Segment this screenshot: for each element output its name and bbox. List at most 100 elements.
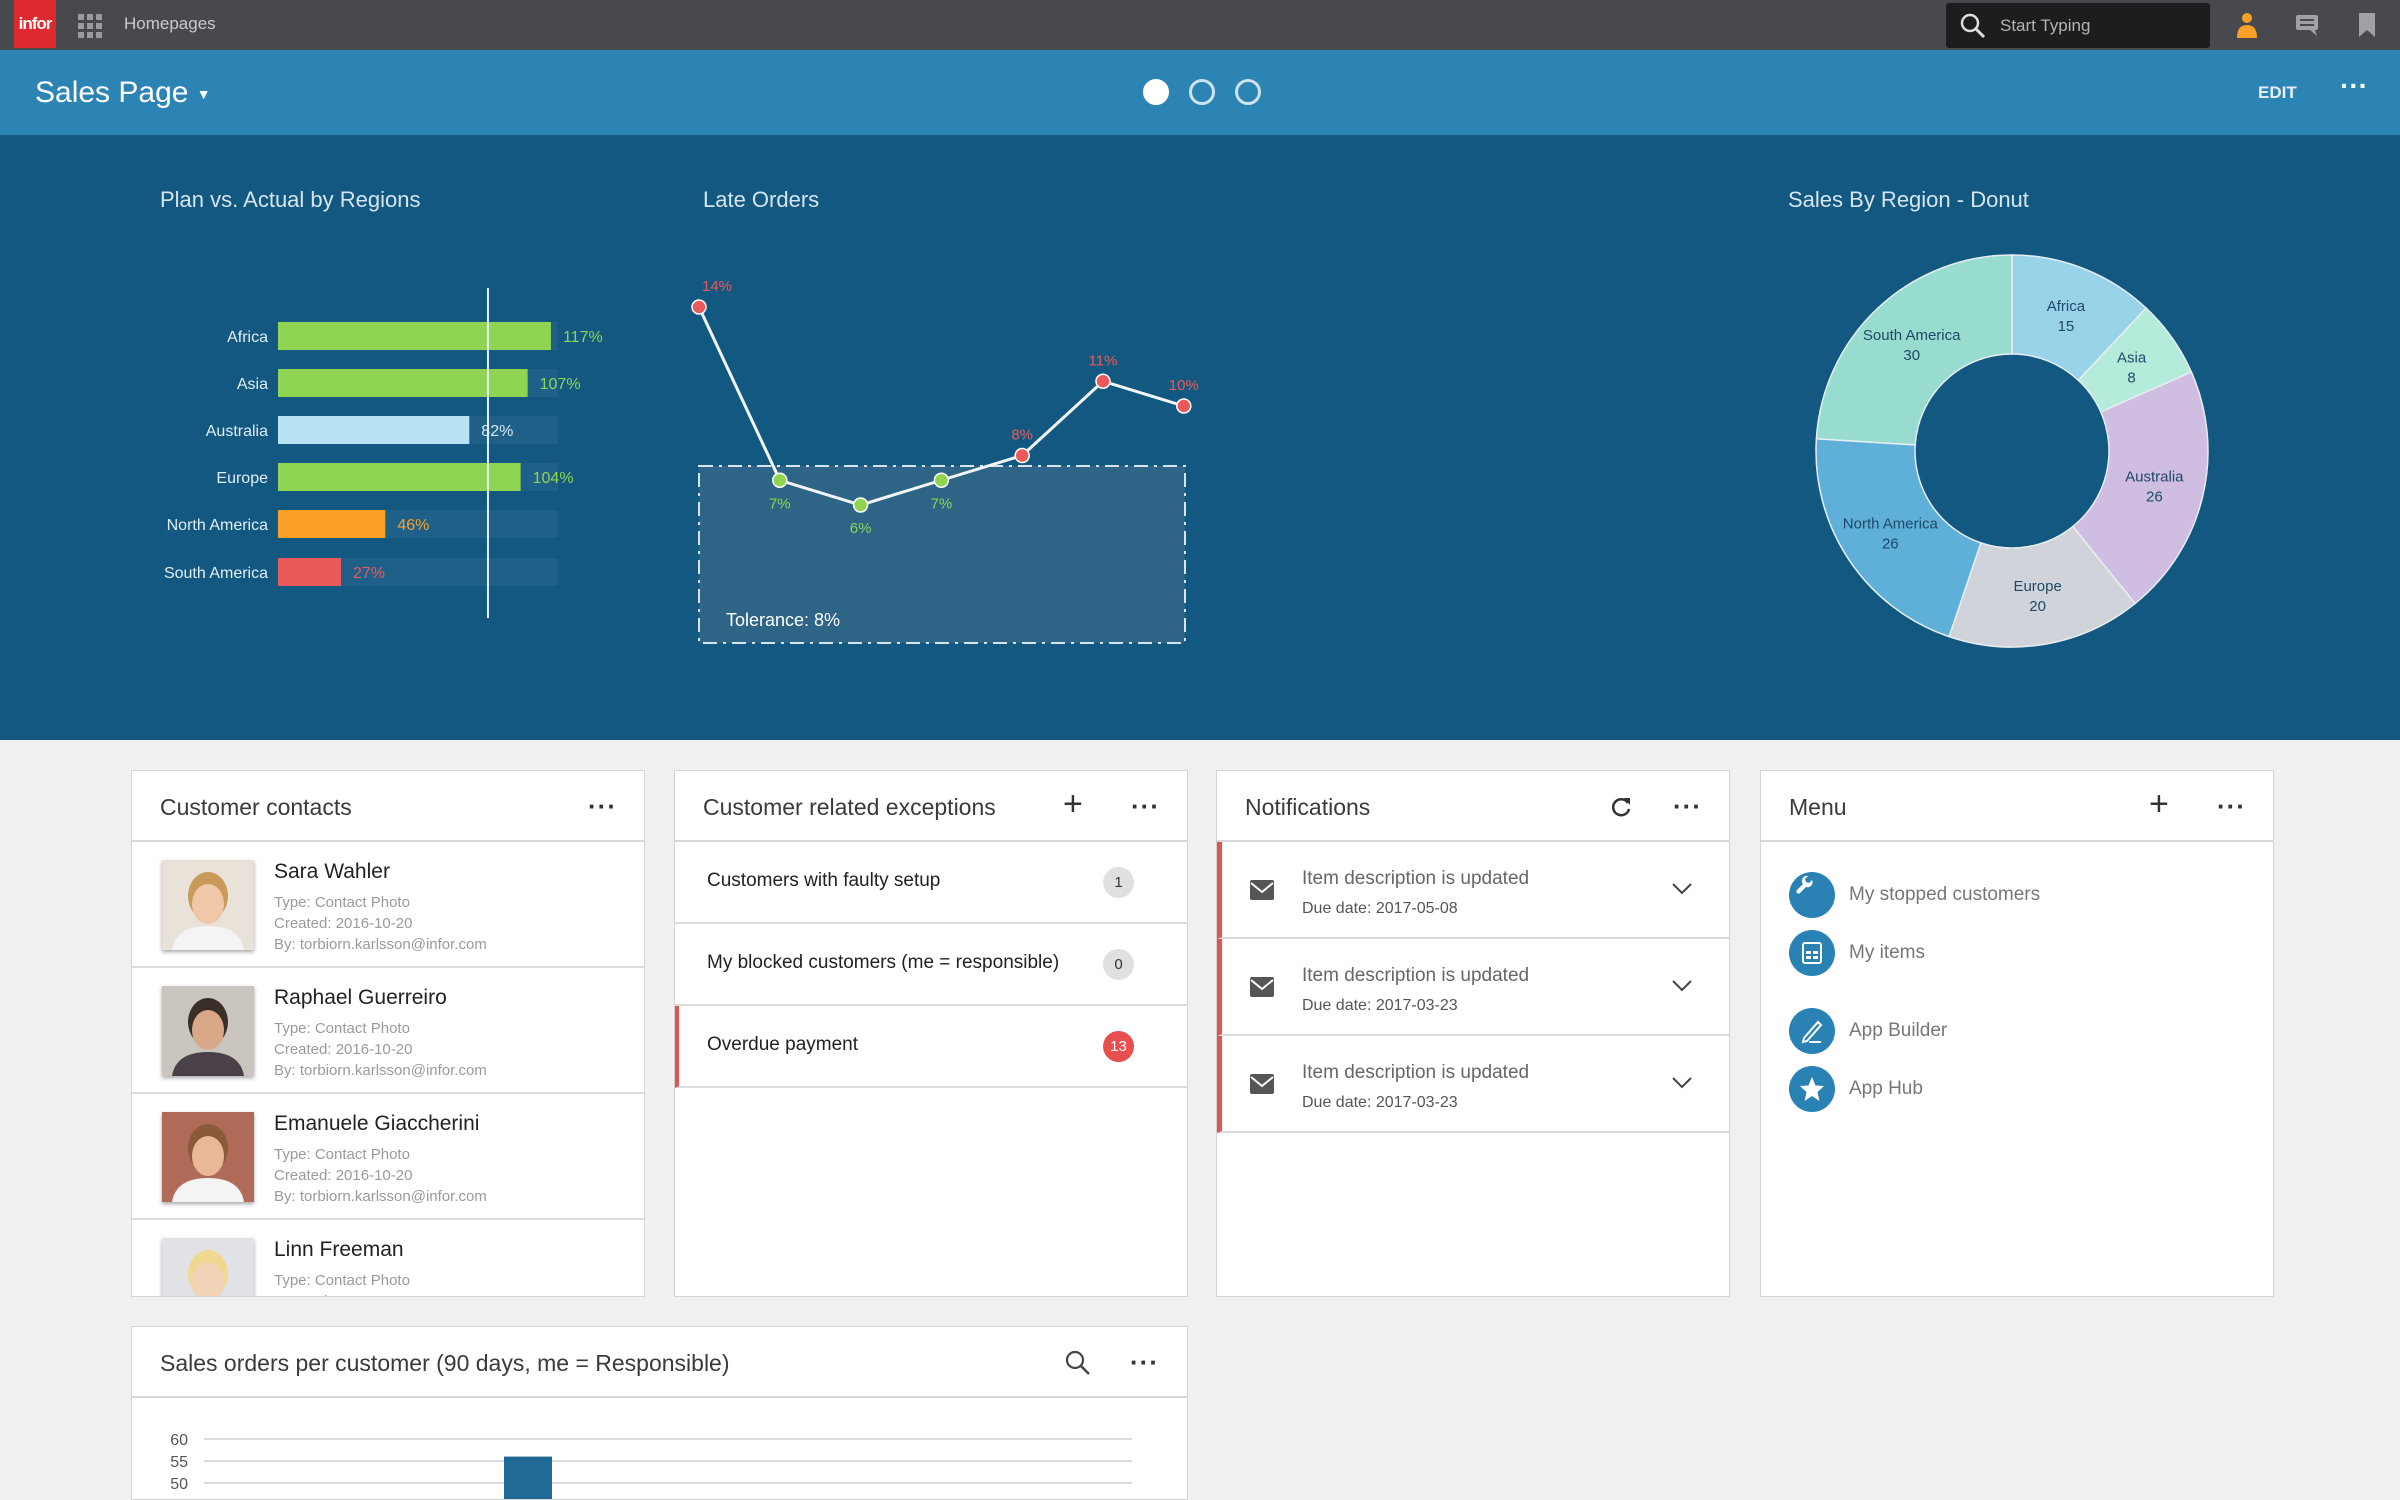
calendar-icon <box>1789 930 1835 976</box>
contact-name: Linn Freeman <box>274 1238 404 1261</box>
y-tick-label: 55 <box>170 1454 188 1471</box>
envelope-icon <box>1250 977 1274 997</box>
menu-item-label: My stopped customers <box>1849 884 2041 905</box>
bar-category-label: South America <box>164 565 268 582</box>
more-options-button[interactable]: ··· <box>588 791 617 822</box>
line-point[interactable] <box>772 472 788 488</box>
contact-item[interactable]: Sara Wahler Type: Contact Photo Created:… <box>132 842 644 968</box>
exception-label: My blocked customers (me = responsible) <box>707 952 1060 973</box>
slice-label: Africa <box>2047 298 2086 315</box>
exception-item[interactable]: Customers with faulty setup 1 <box>675 842 1187 924</box>
customer-contacts-card: Customer contacts ··· Sara Wahler Type: C… <box>131 770 645 1297</box>
bar[interactable] <box>504 1456 552 1499</box>
envelope-icon <box>1250 1074 1274 1094</box>
slice-value: 20 <box>2029 598 2046 615</box>
line-point[interactable] <box>1176 398 1192 414</box>
slice-value: 30 <box>1903 347 1920 364</box>
line-point[interactable] <box>933 472 950 488</box>
contact-photo <box>162 1238 254 1296</box>
exception-label: Customers with faulty setup <box>707 870 941 891</box>
slice-value: 15 <box>2058 318 2075 335</box>
slice-label: Asia <box>2117 349 2147 366</box>
contact-name: Sara Wahler <box>274 860 390 883</box>
contact-by: By: torbiorn.karlsson@infor.com <box>274 936 487 953</box>
notification-title: Item description is updated <box>1302 868 1530 889</box>
point-label: 14% <box>702 278 732 295</box>
y-tick-label: 50 <box>170 1476 188 1493</box>
bar-value-label: 27% <box>353 565 385 582</box>
notification-item[interactable]: Item description is updated Due date: 20… <box>1217 1036 1729 1133</box>
notification-title: Item description is updated <box>1302 965 1530 986</box>
contact-item[interactable]: Raphael Guerreiro Type: Contact Photo Cr… <box>132 968 644 1094</box>
contact-created: Created: 2016-10-20 <box>274 1041 413 1058</box>
count-badge: 13 <box>1103 1031 1134 1062</box>
contact-item[interactable]: Emanuele Giaccherini Type: Contact Photo… <box>132 1094 644 1220</box>
bar[interactable] <box>278 558 341 586</box>
point-label: 6% <box>850 520 872 537</box>
more-options-button[interactable]: ··· <box>1131 791 1160 822</box>
contact-created: Created: 2016-10-20 <box>274 915 413 932</box>
contact-photo <box>162 1112 254 1202</box>
point-label: 11% <box>1089 352 1118 369</box>
contact-type: Type: Contact Photo <box>274 1272 410 1289</box>
contact-photo <box>162 860 254 950</box>
menu-item-label: App Hub <box>1849 1078 1923 1099</box>
contact-type: Type: Contact Photo <box>274 894 410 911</box>
bar-category-label: North America <box>167 517 268 534</box>
line-point[interactable] <box>1095 373 1111 389</box>
star-icon <box>1789 1066 1835 1112</box>
chevron-down-icon[interactable] <box>1671 1076 1693 1090</box>
notification-item[interactable]: Item description is updated Due date: 20… <box>1217 842 1729 939</box>
slice-label: North America <box>1843 516 1939 533</box>
bar-category-label: Australia <box>206 423 268 440</box>
exception-item[interactable]: My blocked customers (me = responsible) … <box>675 924 1187 1006</box>
bar[interactable] <box>278 510 386 538</box>
line-point[interactable] <box>691 299 707 315</box>
bar[interactable] <box>278 416 470 444</box>
contact-type: Type: Contact Photo <box>274 1146 410 1163</box>
point-label: 8% <box>1011 427 1033 444</box>
bar-category-label: Asia <box>237 376 268 393</box>
contact-name: Emanuele Giaccherini <box>274 1112 480 1135</box>
contact-created: Created: 2016-10-20 <box>274 1167 413 1184</box>
chevron-down-icon[interactable] <box>1671 979 1693 993</box>
add-icon[interactable]: + <box>1063 785 1084 824</box>
slice-value: 8 <box>2127 369 2135 386</box>
chevron-down-icon[interactable] <box>1671 882 1693 896</box>
sales-orders-chart: 60 55 50 <box>170 1432 1132 1499</box>
card-title: Customer related exceptions <box>703 794 996 820</box>
menu-item-label: App Builder <box>1849 1020 1948 1041</box>
notifications-card: Notifications ··· Item description is up… <box>1216 770 1730 1297</box>
notification-item[interactable]: Item description is updated Due date: 20… <box>1217 939 1729 1036</box>
menu-item-label: My items <box>1849 942 1925 963</box>
contact-type: Type: Contact Photo <box>274 1020 410 1037</box>
notification-due-date: Due date: 2017-03-23 <box>1302 997 1458 1014</box>
bar-value-label: 46% <box>397 517 429 534</box>
bar-value-label: 107% <box>540 376 581 393</box>
tolerance-label: Tolerance: 8% <box>726 610 840 630</box>
card-title: Customer contacts <box>160 794 352 820</box>
contact-item[interactable]: Linn Freeman Type: Contact Photo Created… <box>132 1220 644 1296</box>
slice-label: Australia <box>2125 469 2184 486</box>
contact-by: By: torbiorn.karlsson@infor.com <box>274 1188 487 1205</box>
more-options-button[interactable]: ··· <box>1673 791 1702 822</box>
bar-value-label: 82% <box>481 423 513 440</box>
line-point[interactable] <box>852 497 869 513</box>
slice-value: 26 <box>1882 536 1899 553</box>
line-point[interactable] <box>1014 447 1030 464</box>
exception-label: Overdue payment <box>707 1034 859 1055</box>
count-badge: 1 <box>1103 867 1134 898</box>
refresh-icon[interactable] <box>1609 795 1633 819</box>
contact-by: By: torbiorn.karlsson@infor.com <box>274 1062 487 1079</box>
bar[interactable] <box>278 463 521 491</box>
slice-label: South America <box>1863 327 1961 344</box>
charts-canvas: Africa 117% Asia 107% Australia 82% Europe 104%… <box>164 254 2209 648</box>
exception-item[interactable]: Overdue payment 13 <box>675 1006 1187 1088</box>
bar[interactable] <box>278 322 551 350</box>
point-label: 7% <box>769 495 791 512</box>
bar[interactable] <box>278 369 528 397</box>
more-options-button[interactable]: ··· <box>2217 791 2246 822</box>
wrench-icon <box>1789 872 1835 918</box>
add-icon[interactable]: + <box>2149 785 2170 824</box>
contact-name: Raphael Guerreiro <box>274 986 447 1009</box>
